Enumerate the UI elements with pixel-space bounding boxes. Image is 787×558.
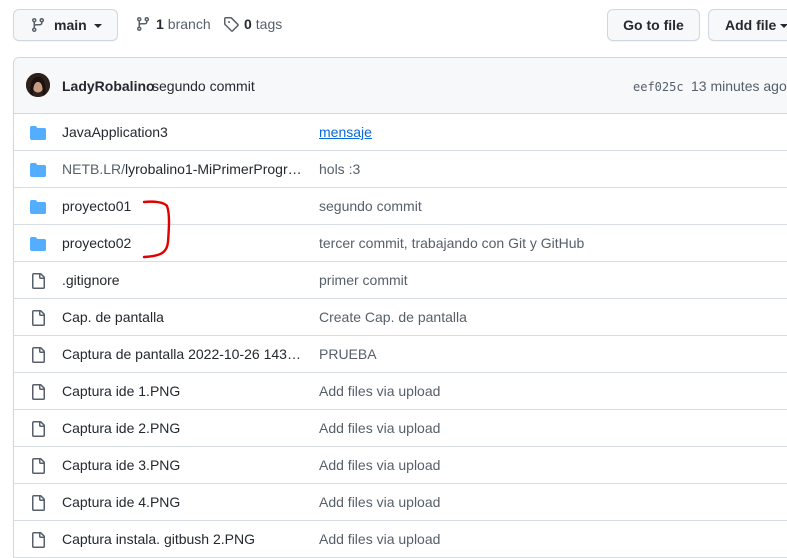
file-row[interactable]: Captura ide 1.PNG Add files via upload [14, 373, 787, 410]
tags-link[interactable]: 0 tags [223, 16, 282, 32]
file-name: Captura instala. gitbush 2.PNG [62, 531, 255, 547]
file-row[interactable]: Cap. de pantalla Create Cap. de pantalla [14, 299, 787, 336]
file-name: JavaApplication3 [62, 124, 168, 140]
commit-message-link[interactable]: Add files via upload [319, 494, 440, 510]
commit-message-link[interactable]: Create Cap. de pantalla [319, 309, 467, 325]
commit-message-link[interactable]: Add files via upload [319, 383, 440, 399]
repo-toolbar: main 1 branch 0 tags Go to file Add file [0, 0, 787, 50]
file-list: JavaApplication3 mensaje NETB.LR/lyrobalin… [14, 114, 787, 558]
file-name-link[interactable]: proyecto02 [62, 235, 302, 251]
file-icon [30, 532, 46, 548]
add-file-button[interactable]: Add file [708, 9, 787, 41]
latest-commit-bar: LadyRobalino segundo commit eef025c 13 m… [14, 58, 787, 114]
branch-select-button[interactable]: main [13, 9, 118, 41]
file-row[interactable]: Captura ide 2.PNG Add files via upload [14, 410, 787, 447]
go-to-file-button[interactable]: Go to file [607, 9, 700, 41]
file-icon [30, 421, 46, 437]
file-name-prefix: NETB.LR/ [62, 161, 126, 177]
file-row[interactable]: Captura de pantalla 2022-10-26 143… PRUEB… [14, 336, 787, 373]
commit-message-link[interactable]: hols :3 [319, 161, 360, 177]
file-row[interactable]: Captura ide 3.PNG Add files via upload [14, 447, 787, 484]
chevron-down-icon [93, 24, 102, 28]
file-name: Captura de pantalla 2022-10-26 143… [62, 346, 301, 362]
commit-message-link[interactable]: Add files via upload [319, 457, 440, 473]
add-file-label: Add file [725, 17, 777, 33]
tags-count: 0 [244, 16, 252, 32]
commit-sha[interactable]: eef025c [633, 80, 684, 94]
file-name: .gitignore [62, 272, 120, 288]
file-name: proyecto02 [62, 235, 132, 251]
folder-icon [30, 162, 46, 178]
file-name-link[interactable]: Captura ide 4.PNG [62, 494, 302, 510]
avatar-image [26, 73, 50, 97]
file-row[interactable]: proyecto01 segundo commit [14, 188, 787, 225]
commit-time: 13 minutes ago [691, 78, 787, 94]
avatar[interactable] [26, 73, 50, 97]
commit-message-link[interactable]: mensaje [319, 124, 372, 140]
file-name-link[interactable]: Cap. de pantalla [62, 309, 302, 325]
file-name-link[interactable]: Captura de pantalla 2022-10-26 143… [62, 346, 302, 362]
commit-author[interactable]: LadyRobalino [62, 78, 155, 94]
commit-message-link[interactable]: PRUEBA [319, 346, 377, 362]
branches-link[interactable]: 1 branch [135, 16, 211, 32]
file-browser: LadyRobalino segundo commit eef025c 13 m… [13, 57, 787, 558]
file-icon [30, 384, 46, 400]
folder-icon [30, 125, 46, 141]
file-icon [30, 273, 46, 289]
file-name-link[interactable]: JavaApplication3 [62, 124, 302, 140]
chevron-down-icon [780, 24, 787, 28]
file-row[interactable]: NETB.LR/lyrobalino1-MiPrimerProgra… hols … [14, 151, 787, 188]
branch-name: main [54, 17, 87, 33]
file-name: lyrobalino1-MiPrimerProgra… [125, 161, 302, 177]
tag-icon [224, 17, 239, 32]
file-name-link[interactable]: proyecto01 [62, 198, 302, 214]
folder-icon [30, 199, 46, 215]
file-name-link[interactable]: Captura ide 1.PNG [62, 383, 302, 399]
file-name-link[interactable]: Captura ide 3.PNG [62, 457, 302, 473]
file-name-link[interactable]: Captura instala. gitbush 2.PNG [62, 531, 302, 547]
commit-message-link[interactable]: tercer commit, trabajando con Git y GitH… [319, 235, 584, 251]
file-name: Captura ide 4.PNG [62, 494, 181, 510]
commit-message-link[interactable]: Add files via upload [319, 531, 440, 547]
file-name: Captura ide 2.PNG [62, 420, 181, 436]
branches-count: 1 [156, 16, 164, 32]
file-name-link[interactable]: Captura ide 2.PNG [62, 420, 302, 436]
file-row[interactable]: Captura ide 4.PNG Add files via upload [14, 484, 787, 521]
file-name: Captura ide 1.PNG [62, 383, 181, 399]
commit-message[interactable]: segundo commit [152, 78, 255, 94]
file-icon [30, 347, 46, 363]
commit-message-link[interactable]: Add files via upload [319, 420, 440, 436]
folder-icon [30, 236, 46, 252]
git-branch-icon [136, 17, 149, 32]
branches-label: branch [167, 16, 211, 32]
file-icon [30, 458, 46, 474]
file-row[interactable]: proyecto02 tercer commit, trabajando con … [14, 225, 787, 262]
file-name-link[interactable]: NETB.LR/lyrobalino1-MiPrimerProgra… [62, 161, 302, 177]
git-branch-icon [31, 18, 44, 33]
file-name: Captura ide 3.PNG [62, 457, 181, 473]
file-name: proyecto01 [62, 198, 132, 214]
file-name: Cap. de pantalla [62, 309, 164, 325]
file-name-link[interactable]: .gitignore [62, 272, 302, 288]
file-row[interactable]: Captura instala. gitbush 2.PNG Add files … [14, 521, 787, 558]
file-icon [30, 495, 46, 511]
commit-message-link[interactable]: primer commit [319, 272, 408, 288]
tags-label: tags [255, 16, 283, 32]
commit-message-link[interactable]: segundo commit [319, 198, 422, 214]
file-row[interactable]: JavaApplication3 mensaje [14, 114, 787, 151]
file-icon [30, 310, 46, 326]
file-row[interactable]: .gitignore primer commit [14, 262, 787, 299]
